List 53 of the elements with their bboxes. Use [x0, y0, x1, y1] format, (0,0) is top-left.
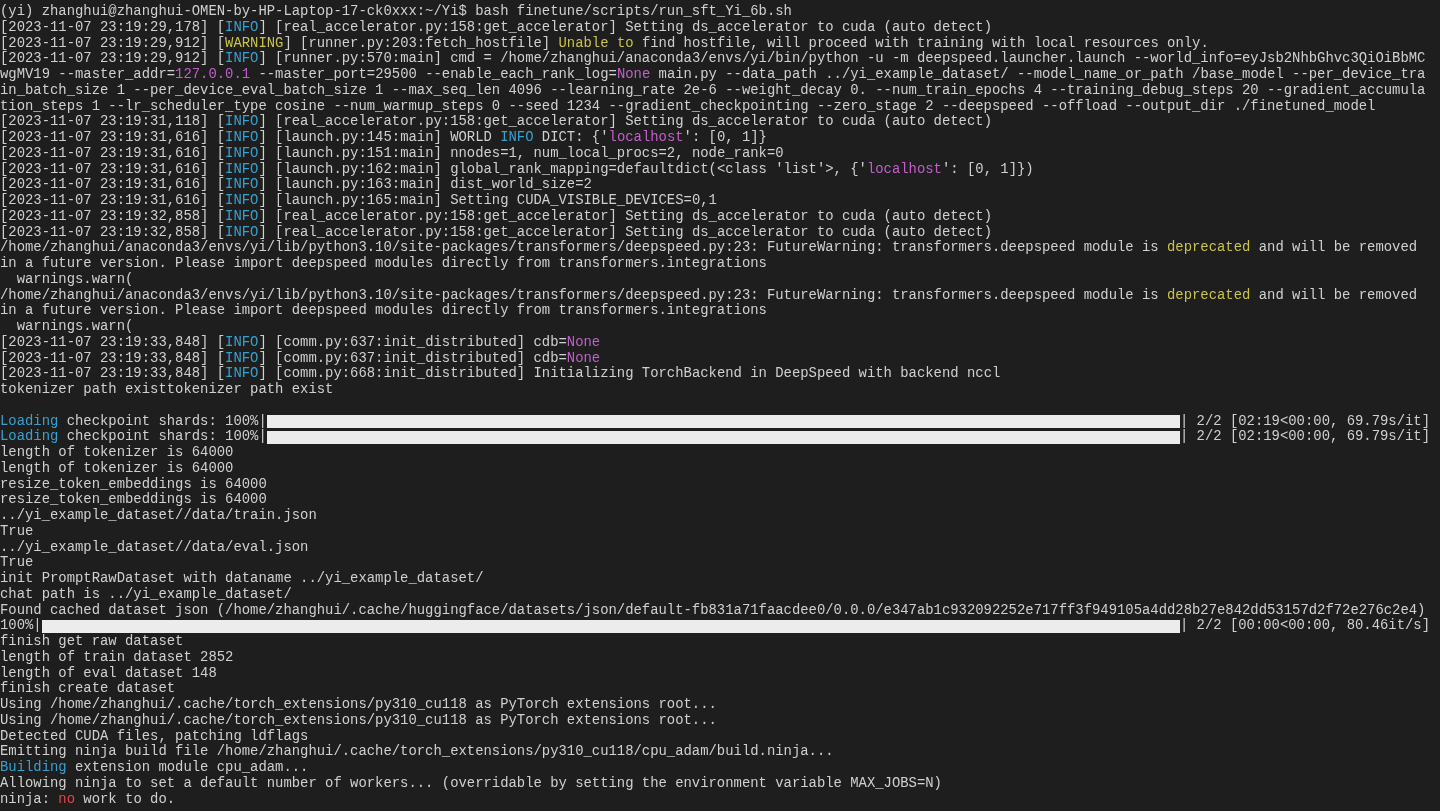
progress-status: | 2/2 [02:19<00:00, 69.79s/it] — [1179, 413, 1430, 429]
terminal-line: ../yi_example_dataset//data/eval.json — [0, 539, 309, 556]
terminal-line: finish create dataset — [0, 681, 176, 697]
terminal-line: length of train dataset 2852 — [0, 649, 234, 666]
terminal-line: Detected CUDA files, patching ldflags — [0, 728, 309, 744]
terminal-line: in a future version. Please import deepspeed modules directly from transformers.integrations — [0, 256, 767, 272]
progress-label: Loading checkpoint shards: 100%| — [0, 429, 267, 445]
progress-label: 100%| — [0, 618, 42, 634]
terminal-line: [2023-11-07 23:19:31,616] [INFO] [launch.py:162:main] global_rank_mapping=defaultdict(<class 'list'>, {'localhost': [0, 1]}) — [0, 161, 1034, 177]
terminal-line: Using /home/zhanghui/.cache/torch_extensions/py310_cu118 as PyTorch extensions root... — [0, 712, 717, 729]
terminal-line: chat path is ../yi_example_dataset/ — [0, 586, 292, 603]
terminal-line: (yi) zhanghui@zhanghui-OMEN-by-HP-Laptop-17-ck0xxx:~/Yi$ bash finetune/scripts/run_sft_Yi_6b.sh — [0, 4, 792, 20]
terminal-line: resize_token_embeddings is 64000 — [0, 476, 267, 492]
terminal-line: [2023-11-07 23:19:33,848] [INFO] [comm.py:637:init_distributed] cdb=None — [0, 350, 601, 366]
progress-status: | 2/2 [00:00<00:00, 80.46it/s] — [1179, 618, 1430, 634]
terminal-line: wgMV19 --master_addr=127.0.0.1 --master_port=29500 --enable_each_rank_log=None main.py --data_path ../yi_example_dataset/ --model_name_or_path /base_model --per_device_tra — [0, 67, 1426, 83]
terminal-line: [2023-11-07 23:19:31,616] [INFO] [launch.py:163:main] dist_world_size=2 — [0, 177, 592, 193]
terminal-line: Found cached dataset json (/home/zhanghui/.cache/huggingface/datasets/json/default-fb831a71faacdee0/0.0.0/e347ab1c932092252e717ff3f949105a4dd28b27e842dd53157d2f72e276c2e4) — [0, 602, 1426, 618]
terminal-line: ninja: no work to do. — [0, 791, 176, 808]
terminal-line: resize_token_embeddings is 64000 — [0, 492, 267, 508]
terminal-line: [2023-11-07 23:19:31,616] [INFO] [launch.py:151:main] nnodes=1, num_local_procs=2, node_rank=0 — [0, 145, 784, 162]
terminal-line: True — [0, 523, 34, 540]
terminal-line: warnings.warn( — [15, 319, 134, 335]
terminal-line: Emitting ninja build file /home/zhanghui/.cache/torch_extensions/py310_cu118/cpu_adam/build.ninja... — [0, 744, 834, 760]
terminal-line: Using /home/zhanghui/.cache/torch_extensions/py310_cu118 as PyTorch extensions root... — [0, 697, 717, 713]
terminal-line: [2023-11-07 23:19:33,848] [INFO] [comm.py:668:init_distributed] Initializing TorchBackend in DeepSpeed with backend nccl — [0, 366, 1001, 382]
terminal-line: /home/zhanghui/anaconda3/envs/yi/lib/python3.10/site-packages/transformers/deepspeed.py:23: FutureWarning: transformers.deepspeed module is deprecated and will be removed — [0, 240, 1418, 256]
terminal-line: [2023-11-07 23:19:31,616] [INFO] [launch.py:145:main] WORLD INFO DICT: {'localhost': [0, 1]} — [0, 130, 767, 146]
terminal-line: [2023-11-07 23:19:31,118] [INFO] [real_accelerator.py:158:get_accelerator] Setting ds_accelerator to cuda (auto detect) — [0, 114, 992, 130]
terminal-line: ../yi_example_dataset//data/train.json — [0, 508, 317, 524]
terminal-line: [2023-11-07 23:19:33,848] [INFO] [comm.py:637:init_distributed] cdb=None — [0, 334, 601, 351]
terminal-line: init PromptRawDataset with dataname ../yi_example_dataset/ — [0, 571, 484, 587]
terminal-line: [2023-11-07 23:19:29,912] [WARNING] [runner.py:203:fetch_hostfile] Unable to find hostfile, will proceed with training with local resources only. — [0, 35, 1209, 51]
terminal-line: warnings.warn( — [15, 271, 134, 288]
terminal-line: [2023-11-07 23:19:29,178] [INFO] [real_accelerator.py:158:get_accelerator] Setting ds_accelerator to cuda (auto detect) — [0, 19, 992, 36]
terminal-line: in_batch_size 1 --per_device_eval_batch_size 1 --max_seq_len 4096 --learning_rate 2e-6 --weight_decay 0. --num_train_epochs 4 --training_debug_steps 20 --gradient_accumula — [0, 82, 1426, 99]
terminal-line: [2023-11-07 23:19:32,858] [INFO] [real_accelerator.py:158:get_accelerator] Setting ds_accelerator to cuda (auto detect) — [0, 208, 992, 225]
terminal-line: in a future version. Please import deepspeed modules directly from transformers.integrations — [0, 303, 767, 319]
terminal-line: tion_steps 1 --lr_scheduler_type cosine --num_warmup_steps 0 --seed 1234 --gradient_checkpointing --zero_stage 2 --deepspeed --offload --output_dir ./finetuned_model — [0, 98, 1376, 114]
terminal-line: [2023-11-07 23:19:31,616] [INFO] [launch.py:165:main] Setting CUDA_VISIBLE_DEVICES=0,1 — [0, 193, 717, 209]
terminal-line: length of tokenizer is 64000 — [0, 445, 234, 461]
terminal-line: True — [0, 555, 34, 571]
terminal-line: length of eval dataset 148 — [0, 665, 217, 681]
terminal-line: Allowing ninja to set a default number of workers... (overridable by setting the environment variable MAX_JOBS=N) — [0, 775, 942, 792]
terminal-line: [2023-11-07 23:19:29,912] [INFO] [runner.py:570:main] cmd = /home/zhanghui/anaconda3/envs/yi/bin/python -u -m deepspeed.launcher.launch --world_info=eyJsb2NhbGhvc3QiOiBbMC — [0, 51, 1426, 67]
terminal-line: tokenizer path existtokenizer path exist — [0, 382, 334, 398]
progress-status: | 2/2 [02:19<00:00, 69.79s/it] — [1179, 429, 1430, 445]
terminal-line: Building extension module cpu_adam... — [0, 760, 309, 776]
terminal-line: length of tokenizer is 64000 — [0, 460, 234, 477]
terminal-line: finish get raw dataset — [0, 634, 184, 650]
terminal-line: /home/zhanghui/anaconda3/envs/yi/lib/python3.10/site-packages/transformers/deepspeed.py:23: FutureWarning: transformers.deepspeed module is deprecated and will be removed — [0, 287, 1418, 303]
progress-label: Loading checkpoint shards: 100%| — [0, 413, 267, 429]
terminal-line: [2023-11-07 23:19:32,858] [INFO] [real_accelerator.py:158:get_accelerator] Setting ds_accelerator to cuda (auto detect) — [0, 224, 992, 240]
